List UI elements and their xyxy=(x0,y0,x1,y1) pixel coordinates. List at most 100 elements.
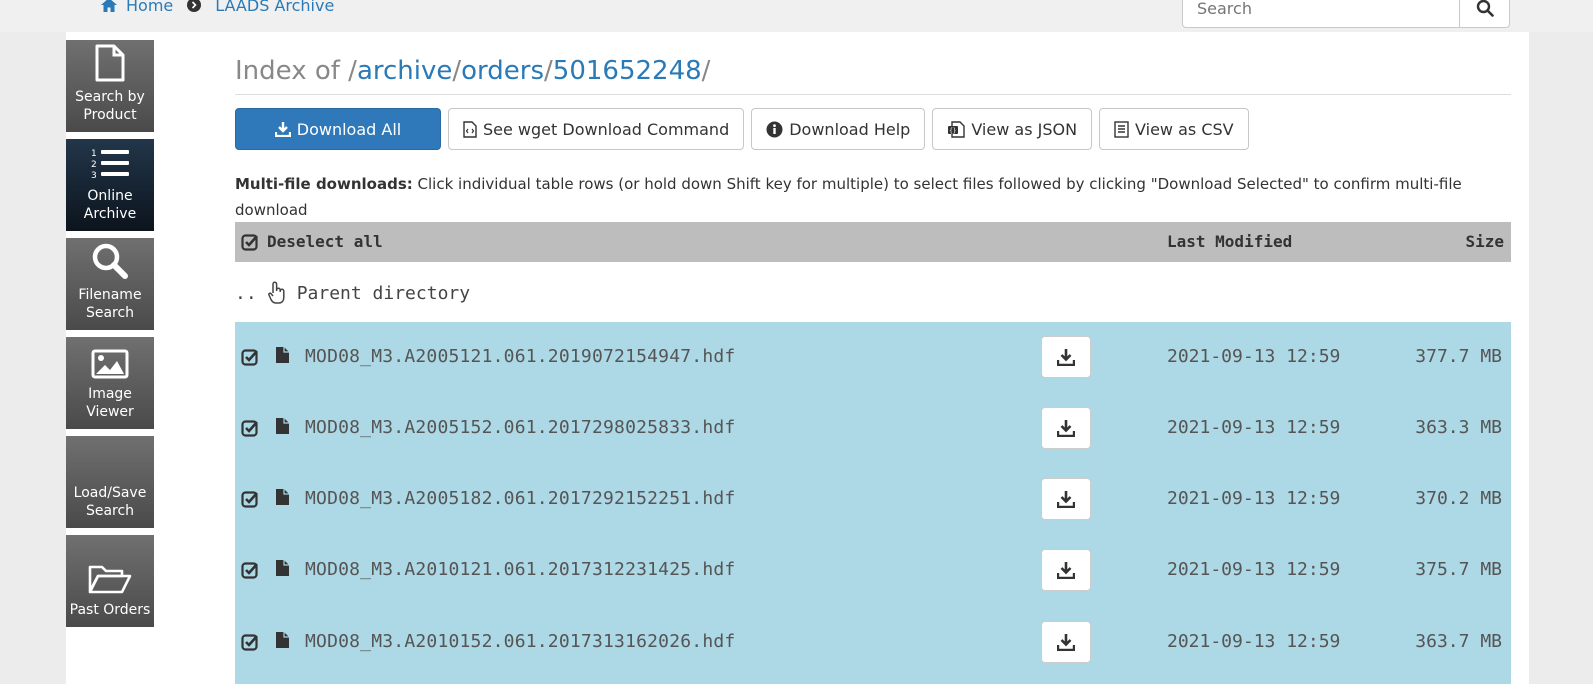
search-input[interactable] xyxy=(1182,0,1460,28)
parent-dots: .. xyxy=(235,282,257,304)
download-all-label: Download All xyxy=(296,119,402,139)
nav-online-archive[interactable]: 1 2 3 Online Archive xyxy=(66,139,154,231)
download-file-button[interactable] xyxy=(1041,336,1091,378)
table-row[interactable]: MOD08_M3.A2005182.061.2017292152251.hdf … xyxy=(235,464,1511,536)
download-help-label: Download Help xyxy=(789,119,911,139)
download-file-button[interactable] xyxy=(1041,549,1091,591)
parent-label: Parent directory xyxy=(296,282,471,304)
nav-search-by-product[interactable]: Search by Product xyxy=(66,40,154,132)
folder-open-icon xyxy=(88,565,132,594)
table-row[interactable]: MOD08_M3.A2010121.061.2017312231425.hdf … xyxy=(235,535,1511,607)
download-help-button[interactable]: Download Help xyxy=(751,108,926,150)
col-size[interactable]: Size xyxy=(1465,232,1504,251)
table-row[interactable]: MOD08_M3.A2010152.061.2017313162026.hdf … xyxy=(235,607,1511,679)
view-csv-label: View as CSV xyxy=(1135,119,1234,139)
file-size: 370.2 MB xyxy=(1415,488,1502,509)
file-list: MOD08_M3.A2005121.061.2019072154947.hdf … xyxy=(235,322,1511,684)
download-icon xyxy=(1057,562,1075,579)
file-name: MOD08_M3.A2005152.061.2017298025833.hdf xyxy=(305,417,736,438)
download-file-button[interactable] xyxy=(1041,407,1091,449)
multi-file-info: Multi-file downloads: Click individual t… xyxy=(235,171,1511,223)
check-square-icon xyxy=(241,233,258,251)
last-modified: 2021-09-13 12:59 xyxy=(1167,346,1341,367)
search-icon xyxy=(92,243,128,279)
breadcrumb-home-link[interactable]: Home xyxy=(126,0,173,15)
check-square-icon[interactable] xyxy=(241,561,259,584)
nav-past-orders[interactable]: Past Orders xyxy=(66,535,154,627)
side-nav: Search by Product 1 2 3 Online Archive F… xyxy=(66,40,154,634)
info-heading: Multi-file downloads: xyxy=(235,175,413,193)
info-circle-icon xyxy=(766,121,783,137)
json-icon: {} xyxy=(948,120,966,138)
download-all-button[interactable]: Download All xyxy=(235,108,441,150)
table-header: Deselect all Last Modified Size xyxy=(235,222,1511,262)
download-file-button[interactable] xyxy=(1041,478,1091,520)
nav-label: Online Archive xyxy=(83,188,137,222)
file-icon xyxy=(95,44,125,82)
svg-text:1: 1 xyxy=(91,149,97,159)
table-row[interactable]: MOD08_M3.A2005152.061.2017298025833.hdf … xyxy=(235,393,1511,465)
nav-filename-search[interactable]: Filename Search xyxy=(66,238,154,330)
path-link-orders[interactable]: orders xyxy=(461,56,544,86)
deselect-all-label: Deselect all xyxy=(267,232,383,251)
search-button[interactable] xyxy=(1460,0,1510,28)
file-code-icon xyxy=(463,120,477,138)
nav-label: Past Orders xyxy=(69,602,151,618)
file-size: 377.7 MB xyxy=(1415,346,1502,367)
file-name: MOD08_M3.A2010152.061.2017313162026.hdf xyxy=(305,631,736,652)
file-name: MOD08_M3.A2005182.061.2017292152251.hdf xyxy=(305,488,736,509)
nav-label: Image Viewer xyxy=(86,386,134,420)
table-row[interactable]: MOD08_M3.A2005121.061.2019072154947.hdf … xyxy=(235,322,1511,394)
breadcrumb: Home LAADS Archive xyxy=(100,0,334,16)
file-name: MOD08_M3.A2010121.061.2017312231425.hdf xyxy=(305,559,736,580)
download-icon xyxy=(1057,634,1075,651)
page-title: Index of /archive/orders/501652248/ xyxy=(235,56,711,86)
last-modified: 2021-09-13 12:59 xyxy=(1167,417,1341,438)
search-icon xyxy=(1476,0,1494,17)
action-buttons: Download All See wget Download Command D… xyxy=(235,108,1249,150)
file-icon xyxy=(275,559,290,582)
chevron-right-icon xyxy=(187,0,202,12)
download-icon xyxy=(1057,420,1075,437)
last-modified: 2021-09-13 12:59 xyxy=(1167,631,1341,652)
check-square-icon[interactable] xyxy=(241,419,259,442)
nav-label: Load/Save Search xyxy=(73,485,147,519)
last-modified: 2021-09-13 12:59 xyxy=(1167,488,1341,509)
home-icon xyxy=(101,0,117,12)
file-icon xyxy=(275,417,290,440)
file-icon xyxy=(275,488,290,511)
check-square-icon[interactable] xyxy=(241,490,259,513)
hand-pointer-icon xyxy=(267,281,285,304)
nav-label: Filename Search xyxy=(78,287,142,321)
wget-command-button[interactable]: See wget Download Command xyxy=(448,108,745,150)
path-link-order-id[interactable]: 501652248 xyxy=(553,56,702,86)
deselect-all-toggle[interactable]: Deselect all xyxy=(241,232,383,251)
svg-text:3: 3 xyxy=(91,171,97,181)
info-text: Click individual table rows (or hold dow… xyxy=(235,175,1462,219)
path-link-archive[interactable]: archive xyxy=(357,56,452,86)
file-size: 363.3 MB xyxy=(1415,417,1502,438)
wget-command-label: See wget Download Command xyxy=(483,119,730,139)
col-last-modified[interactable]: Last Modified xyxy=(1167,232,1292,251)
download-icon xyxy=(1057,491,1075,508)
file-size: 363.7 MB xyxy=(1415,631,1502,652)
check-square-icon[interactable] xyxy=(241,348,259,371)
file-size: 375.7 MB xyxy=(1415,559,1502,580)
view-json-label: View as JSON xyxy=(971,119,1078,139)
view-json-button[interactable]: {} View as JSON xyxy=(932,108,1093,150)
download-icon xyxy=(1057,349,1075,366)
nav-load-save-search[interactable]: Load/Save Search xyxy=(66,436,154,528)
check-square-icon[interactable] xyxy=(241,633,259,656)
svg-text:2: 2 xyxy=(91,160,97,170)
search-bar xyxy=(1182,0,1510,28)
file-name: MOD08_M3.A2005121.061.2019072154947.hdf xyxy=(305,346,736,367)
title-prefix: Index of xyxy=(235,56,340,86)
title-divider xyxy=(235,94,1511,95)
view-csv-button[interactable]: View as CSV xyxy=(1099,108,1249,150)
image-icon xyxy=(91,349,129,379)
list-icon: 1 2 3 xyxy=(91,149,129,181)
breadcrumb-archive-link[interactable]: LAADS Archive xyxy=(215,0,334,15)
nav-image-viewer[interactable]: Image Viewer xyxy=(66,337,154,429)
download-file-button[interactable] xyxy=(1041,621,1091,663)
parent-directory-row[interactable]: .. Parent directory xyxy=(235,275,470,311)
